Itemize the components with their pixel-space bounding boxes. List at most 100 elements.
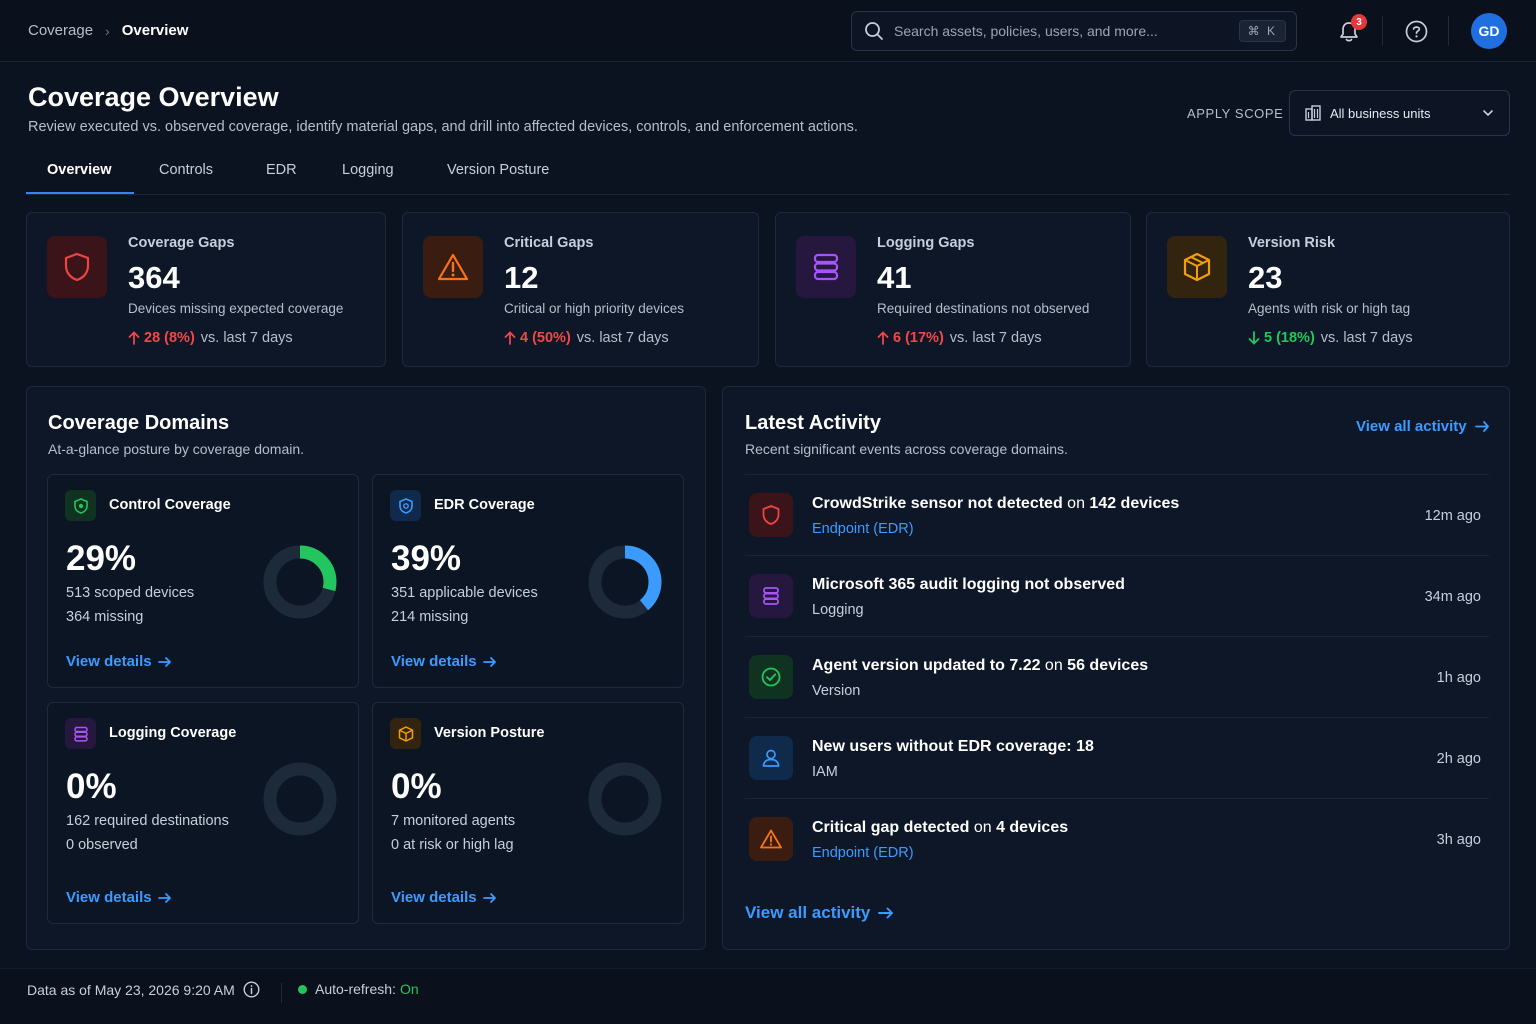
kpi-label: Version Risk bbox=[1248, 235, 1336, 251]
active-tab-indicator bbox=[26, 192, 134, 194]
coverage-domains-subtitle: At-a-glance posture by coverage domain. bbox=[48, 441, 305, 457]
kpi-card-version-risk[interactable]: Version Risk 23 Agents with risk or high… bbox=[1146, 212, 1510, 367]
activity-item-time: 12m ago bbox=[1424, 508, 1481, 524]
activity-item[interactable]: CrowdStrike sensor not detected on 142 d… bbox=[745, 474, 1489, 555]
kpi-description: Critical or high priority devices bbox=[504, 301, 685, 316]
domain-card-title: Control Coverage bbox=[109, 497, 231, 513]
view-details-label[interactable]: View details bbox=[391, 653, 477, 670]
divider bbox=[1448, 16, 1449, 46]
view-details-link[interactable]: View details bbox=[66, 653, 172, 670]
kpi-description: Required destinations not observed bbox=[877, 301, 1090, 316]
activity-subtitle: Recent significant events across coverag… bbox=[745, 441, 1068, 457]
auto-refresh-status[interactable]: Auto-refresh: On bbox=[298, 981, 419, 997]
breadcrumb-overview: Overview bbox=[121, 22, 189, 39]
kpi-description: Agents with risk or high tag bbox=[1248, 301, 1411, 316]
activity-item[interactable]: New users without EDR coverage: 18 IAM 2… bbox=[745, 717, 1489, 798]
notification-badge: 3 bbox=[1351, 14, 1367, 30]
kpi-value: 41 bbox=[877, 260, 912, 295]
domain-card-control-coverage[interactable]: Control Coverage 29% 513 scoped devices … bbox=[47, 474, 359, 688]
activity-item-category: Logging bbox=[812, 602, 864, 618]
help-icon[interactable] bbox=[1405, 20, 1428, 43]
warning-icon bbox=[749, 817, 793, 861]
kpi-delta-compare: vs. last 7 days bbox=[576, 330, 669, 346]
view-details-label[interactable]: View details bbox=[391, 889, 477, 906]
activity-item-category[interactable]: Endpoint (EDR) bbox=[812, 521, 914, 537]
kpi-card-critical-gaps[interactable]: Critical Gaps 12 Critical or high priori… bbox=[402, 212, 759, 367]
kpi-card-coverage-gaps[interactable]: Coverage Gaps 364 Devices missing expect… bbox=[26, 212, 386, 367]
domain-card-percent: 29% bbox=[66, 539, 137, 578]
view-all-activity-link[interactable]: View all activity bbox=[1356, 418, 1490, 435]
divider bbox=[281, 983, 282, 1003]
arrow-right-icon bbox=[878, 907, 894, 919]
kpi-value: 364 bbox=[128, 260, 180, 295]
kpi-delta-compare: vs. last 7 days bbox=[1320, 330, 1413, 346]
tab-version-posture[interactable]: Version Posture bbox=[447, 162, 549, 178]
auto-refresh-value[interactable]: On bbox=[400, 981, 419, 997]
breadcrumb-coverage[interactable]: Coverage bbox=[28, 22, 93, 39]
search-input[interactable]: Search assets, policies, users, and more… bbox=[851, 11, 1297, 51]
data-freshness: Data as of May 23, 2026 9:20 AM bbox=[27, 981, 260, 998]
view-all-activity-label[interactable]: View all activity bbox=[1356, 418, 1467, 435]
database-icon bbox=[796, 236, 856, 298]
domain-card-percent: 0% bbox=[391, 767, 442, 806]
kpi-delta: 5 (18%) vs. last 7 days bbox=[1248, 330, 1413, 346]
view-details-label[interactable]: View details bbox=[66, 889, 152, 906]
database-icon bbox=[749, 574, 793, 618]
domain-card-title: EDR Coverage bbox=[434, 497, 535, 513]
kpi-delta-value: 5 (18%) bbox=[1264, 330, 1315, 346]
kpi-description: Devices missing expected coverage bbox=[128, 301, 344, 316]
chevron-down-icon bbox=[1483, 110, 1493, 116]
activity-title: Latest Activity bbox=[745, 412, 881, 434]
domain-card-title: Logging Coverage bbox=[109, 725, 237, 741]
database-icon bbox=[65, 718, 96, 749]
domain-card-logging-coverage[interactable]: Logging Coverage 0% 162 required destina… bbox=[47, 702, 359, 924]
tab-bar: Overview Controls EDR Logging Version Po… bbox=[26, 150, 1510, 195]
top-bar: Coverage › Overview Search assets, polic… bbox=[0, 0, 1536, 62]
donut-chart bbox=[588, 545, 662, 619]
domain-card-edr-coverage[interactable]: EDR Coverage 39% 351 applicable devices … bbox=[372, 474, 684, 688]
donut-chart bbox=[263, 545, 337, 619]
kpi-delta: 28 (8%) vs. last 7 days bbox=[128, 330, 293, 346]
view-all-activity-label[interactable]: View all activity bbox=[745, 903, 870, 923]
building-icon bbox=[1305, 105, 1321, 121]
page-title: Coverage Overview bbox=[28, 82, 279, 112]
tab-logging[interactable]: Logging bbox=[342, 162, 394, 178]
avatar[interactable]: GD bbox=[1471, 13, 1507, 49]
activity-item-category[interactable]: Endpoint (EDR) bbox=[812, 845, 914, 861]
domain-card-percent: 39% bbox=[391, 539, 462, 578]
view-details-label[interactable]: View details bbox=[66, 653, 152, 670]
view-details-link[interactable]: View details bbox=[391, 653, 497, 670]
donut-chart bbox=[263, 762, 337, 836]
tab-controls[interactable]: Controls bbox=[159, 162, 213, 178]
check-circle-icon bbox=[749, 655, 793, 699]
view-details-link[interactable]: View details bbox=[66, 889, 172, 906]
tab-overview[interactable]: Overview bbox=[47, 162, 112, 178]
coverage-domains-title: Coverage Domains bbox=[48, 412, 230, 434]
tab-edr[interactable]: EDR bbox=[266, 162, 297, 178]
footer: Data as of May 23, 2026 9:20 AM Auto-ref… bbox=[0, 968, 1536, 1024]
activity-item-category: Version bbox=[812, 683, 861, 699]
domain-card-version-posture[interactable]: Version Posture 0% 7 monitored agents 0 … bbox=[372, 702, 684, 924]
activity-item[interactable]: Critical gap detected on 4 devices Endpo… bbox=[745, 798, 1489, 879]
arrow-down-icon bbox=[1248, 331, 1260, 345]
domain-card-title: Version Posture bbox=[434, 725, 545, 741]
kpi-value: 12 bbox=[504, 260, 539, 295]
info-icon[interactable] bbox=[243, 981, 260, 998]
page-subtitle: Review executed vs. observed coverage, i… bbox=[28, 119, 858, 135]
kpi-delta-value: 6 (17%) bbox=[893, 330, 944, 346]
activity-item-time: 2h ago bbox=[1436, 751, 1481, 767]
kpi-card-logging-gaps[interactable]: Logging Gaps 41 Required destinations no… bbox=[775, 212, 1131, 367]
kpi-delta-value: 4 (50%) bbox=[520, 330, 571, 346]
kpi-delta-compare: vs. last 7 days bbox=[949, 330, 1042, 346]
activity-item[interactable]: Microsoft 365 audit logging not observed… bbox=[745, 555, 1489, 636]
search-placeholder[interactable]: Search assets, policies, users, and more… bbox=[894, 23, 1239, 39]
kpi-delta-value: 28 (8%) bbox=[144, 330, 195, 346]
activity-item-time: 3h ago bbox=[1436, 832, 1481, 848]
view-all-activity-bottom-link[interactable]: View all activity bbox=[745, 903, 894, 923]
activity-item[interactable]: Agent version updated to 7.22 on 56 devi… bbox=[745, 636, 1489, 717]
latest-activity-panel: Latest Activity Recent significant event… bbox=[722, 386, 1510, 950]
scope-select[interactable]: All business units bbox=[1289, 90, 1510, 136]
view-details-link[interactable]: View details bbox=[391, 889, 497, 906]
domain-card-missing: 364 missing bbox=[66, 609, 144, 625]
package-icon bbox=[390, 718, 421, 749]
